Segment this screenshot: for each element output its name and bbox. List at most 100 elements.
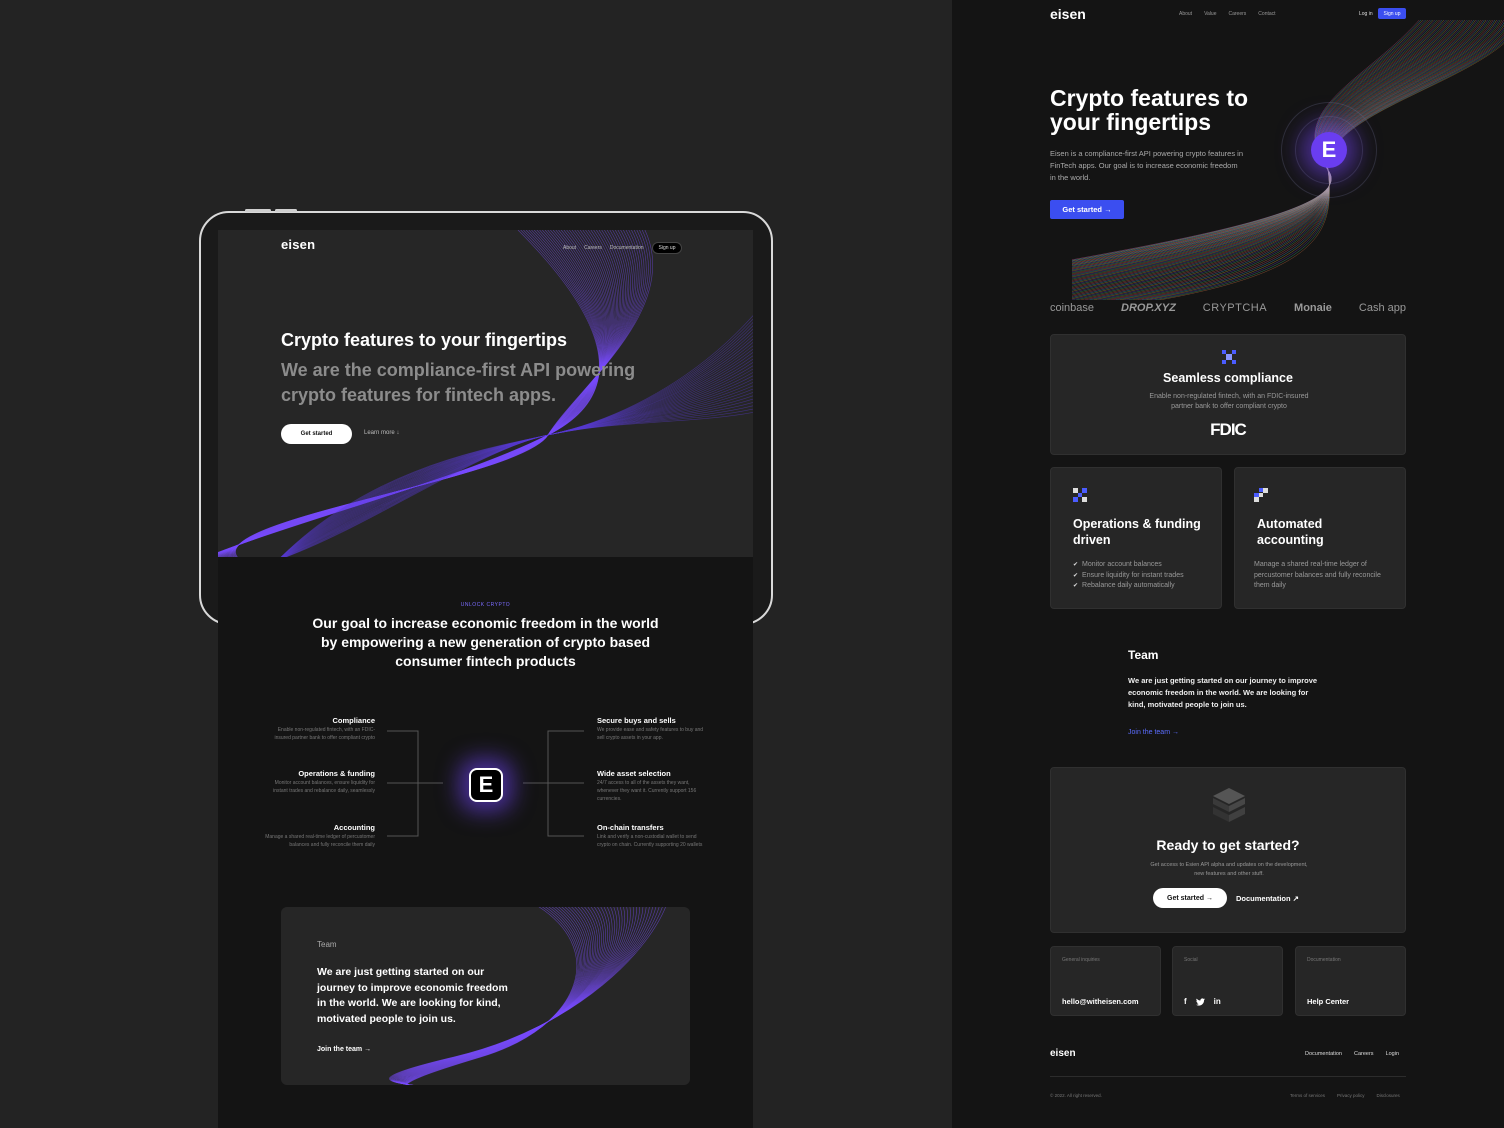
- nav-contact[interactable]: Contact: [1258, 11, 1275, 17]
- feature-title: Operations & funding: [298, 769, 375, 778]
- legal-link-privacy[interactable]: Privacy policy: [1337, 1093, 1365, 1098]
- footer-link-login[interactable]: Login: [1386, 1051, 1399, 1057]
- card-title: Ready to get started?: [1156, 837, 1300, 853]
- team-text: We are just getting started on our journ…: [317, 966, 508, 1025]
- copyright: © 2022. All right reserved.: [1050, 1093, 1102, 1098]
- operations-list: Monitor account balances Ensure liquidit…: [1073, 560, 1184, 592]
- feature-desc: Manage a shared real-time ledger of perc…: [265, 834, 375, 848]
- contact-card-inquiries: General inquiries hello@witheisen.com: [1050, 946, 1161, 1016]
- social-icons: f in: [1184, 997, 1221, 1006]
- feature-desc: Monitor account balances, ensure liquidi…: [273, 780, 375, 794]
- ready-card: Ready to get started? Get access to Esie…: [1050, 767, 1406, 933]
- feature-desc: 24/7 access to all of the assets they wa…: [597, 780, 697, 802]
- compliance-pixel-icon: [1222, 350, 1236, 364]
- team-title: Team: [1128, 648, 1159, 662]
- nav-value[interactable]: Value: [1204, 11, 1216, 17]
- card-title: Operations & funding driven: [1073, 517, 1201, 547]
- login-link[interactable]: Log in: [1359, 11, 1373, 17]
- footer-divider: [1050, 1076, 1406, 1077]
- card-title: Automated accounting: [1257, 517, 1324, 547]
- partner-logos: coinbase DROP.XYZ CRYPTCHA Monaie Cash a…: [1050, 302, 1406, 314]
- footer-link-careers[interactable]: Careers: [1354, 1051, 1374, 1057]
- feature-title: Secure buys and sells: [597, 716, 676, 725]
- operations-pixel-icon: [1073, 488, 1087, 502]
- footer-logo[interactable]: eisen: [1050, 1048, 1076, 1059]
- get-started-button[interactable]: Get started: [281, 424, 352, 444]
- partner-logo: CRYPTCHA: [1202, 302, 1268, 314]
- feature-desc: We provide ease and safety features to b…: [597, 727, 704, 741]
- card-label: Documentation: [1307, 957, 1341, 963]
- email-link[interactable]: hello@witheisen.com: [1062, 997, 1139, 1006]
- contact-card-docs: Documentation Help Center: [1295, 946, 1406, 1016]
- eisen-badge-icon: E: [1311, 132, 1347, 168]
- accounting-pixel-icon: [1254, 488, 1268, 502]
- partner-logo: DROP.XYZ: [1121, 302, 1176, 314]
- nav-about[interactable]: About: [563, 245, 576, 251]
- feature-operations: Operations & funding Monitor account bal…: [265, 768, 375, 795]
- card-desc: Manage a shared real-time ledger of perc…: [1254, 561, 1381, 589]
- tablet-screen: eisen About Careers Documentation Sign u…: [218, 230, 753, 1128]
- top-nav: About Value Careers Contact: [1179, 11, 1276, 17]
- feature-title: Accounting: [333, 823, 375, 832]
- linkedin-icon[interactable]: in: [1214, 997, 1221, 1006]
- list-item: Rebalance daily automatically: [1073, 581, 1184, 592]
- hero-subtitle: Eisen is a compliance-first API powering…: [1050, 149, 1244, 182]
- cube-stack-icon: [1213, 788, 1245, 822]
- section-eyebrow: UNLOCK CRYPTO: [460, 602, 511, 608]
- partner-logo: Cash app: [1358, 302, 1406, 314]
- signup-button[interactable]: Sign up: [1378, 8, 1406, 19]
- compliance-card: Seamless compliance Enable non-regulated…: [1050, 334, 1406, 455]
- web-page: E eisen About Value Careers Contact Log …: [952, 0, 1504, 1128]
- documentation-link[interactable]: Documentation ↗: [1236, 894, 1299, 903]
- twitter-icon[interactable]: [1195, 997, 1205, 1006]
- feature-title: Wide asset selection: [597, 769, 671, 778]
- tablet-nav: About Careers Documentation Sign up: [563, 242, 683, 254]
- card-label: General inquiries: [1062, 957, 1100, 963]
- learn-more-link[interactable]: Learn more ↓: [364, 430, 399, 436]
- contact-card-social: Social f in: [1172, 946, 1283, 1016]
- nav-careers[interactable]: Careers: [584, 245, 602, 251]
- tablet-button: [245, 209, 271, 212]
- legal-links: Terms of services Privacy policy Disclos…: [1290, 1093, 1400, 1098]
- list-item: Monitor account balances: [1073, 560, 1184, 571]
- help-center-link[interactable]: Help Center: [1307, 997, 1349, 1006]
- team-card: Team We are just getting started on our …: [281, 907, 690, 1085]
- footer-link-documentation[interactable]: Documentation: [1305, 1051, 1342, 1057]
- feature-accounting: Accounting Manage a shared real-time led…: [265, 822, 375, 849]
- partner-logo: Monaie: [1294, 302, 1332, 314]
- card-title: Seamless compliance: [1163, 371, 1293, 385]
- tablet-button: [275, 209, 297, 212]
- join-team-link[interactable]: Join the team →: [1128, 729, 1179, 736]
- team-desc: We are just getting started on our journ…: [1128, 676, 1318, 709]
- operations-card: Operations & funding driven Monitor acco…: [1050, 467, 1222, 609]
- nav-careers[interactable]: Careers: [1229, 11, 1247, 17]
- hero-subtitle: We are the compliance-first API powering…: [281, 360, 636, 405]
- team-label: Team: [317, 940, 337, 949]
- nav-about[interactable]: About: [1179, 11, 1192, 17]
- feature-title: On-chain transfers: [597, 823, 664, 832]
- goal-heading: Our goal to increase economic freedom in…: [312, 615, 659, 669]
- get-started-button[interactable]: Get started →: [1050, 200, 1124, 219]
- signup-button[interactable]: Sign up: [651, 242, 683, 254]
- get-started-button[interactable]: Get started →: [1153, 888, 1227, 908]
- logo[interactable]: eisen: [281, 237, 315, 252]
- feature-secure-buys: Secure buys and sells We provide ease an…: [597, 715, 707, 742]
- logo[interactable]: eisen: [1050, 6, 1086, 22]
- feature-onchain: On-chain transfers Link and verify a non…: [597, 822, 707, 849]
- nav-documentation[interactable]: Documentation: [610, 245, 644, 251]
- legal-link-terms[interactable]: Terms of services: [1290, 1093, 1325, 1098]
- card-label: Social: [1184, 957, 1198, 963]
- hero-title: Crypto features to your fingertips: [281, 330, 568, 350]
- list-item: Ensure liquidity for instant trades: [1073, 571, 1184, 582]
- feature-title: Compliance: [332, 716, 375, 725]
- partner-logo: coinbase: [1050, 302, 1095, 314]
- accounting-card: Automated accounting Manage a shared rea…: [1234, 467, 1406, 609]
- legal-link-disclosures[interactable]: Disclosures: [1377, 1093, 1400, 1098]
- feature-wide-assets: Wide asset selection 24/7 access to all …: [597, 768, 707, 803]
- fdic-logo: FDIC: [1210, 420, 1247, 439]
- join-team-link[interactable]: Join the team →: [317, 1046, 371, 1053]
- card-desc: Get access to Esien API alpha and update…: [1150, 862, 1308, 877]
- eisen-core-icon: E: [469, 768, 503, 802]
- facebook-icon[interactable]: f: [1184, 997, 1187, 1006]
- feature-desc: Enable non-regulated fintech, with an FD…: [274, 727, 375, 741]
